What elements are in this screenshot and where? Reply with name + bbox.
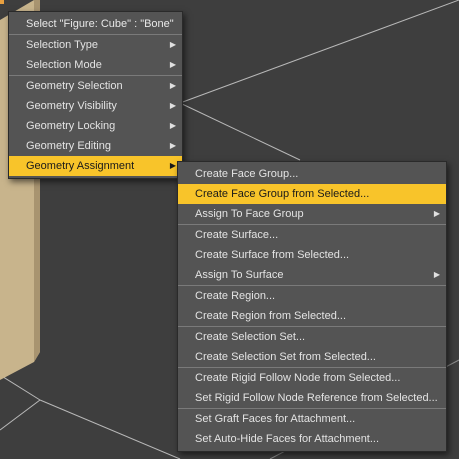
create-rigid-follow-node-item[interactable]: Create Rigid Follow Node from Selected..… bbox=[178, 368, 446, 388]
menu-item-label: Create Rigid Follow Node from Selected..… bbox=[195, 372, 401, 384]
submenu-arrow-icon: ▶ bbox=[169, 40, 176, 49]
menu-item-label: Geometry Visibility bbox=[26, 100, 117, 112]
menu-item-label: Assign To Face Group bbox=[195, 208, 304, 220]
submenu-arrow-icon: ▶ bbox=[169, 121, 176, 130]
menu-item-label: Create Face Group from Selected... bbox=[195, 188, 370, 200]
menu-item-label: Create Surface from Selected... bbox=[195, 249, 350, 261]
grid-line bbox=[39, 399, 181, 459]
context-menu: Select "Figure: Cube" : "Bone" Selection… bbox=[8, 11, 183, 179]
submenu-arrow-icon: ▶ bbox=[169, 60, 176, 69]
grid-line bbox=[0, 374, 41, 401]
menu-item-label: Set Rigid Follow Node Reference from Sel… bbox=[195, 392, 438, 404]
create-surface-item[interactable]: Create Surface... bbox=[178, 225, 446, 245]
menu-item-label: Assign To Surface bbox=[195, 269, 284, 281]
menu-item-geometry-locking[interactable]: Geometry Locking ▶ bbox=[9, 116, 182, 136]
menu-item-label: Geometry Selection bbox=[26, 80, 123, 92]
menu-item-label: Selection Mode bbox=[26, 59, 102, 71]
menu-item-label: Set Auto-Hide Faces for Attachment... bbox=[195, 433, 380, 445]
menu-item-geometry-assignment[interactable]: Geometry Assignment ▶ bbox=[9, 156, 182, 176]
create-region-from-selected-item[interactable]: Create Region from Selected... bbox=[178, 306, 446, 326]
menu-item-label: Set Graft Faces for Attachment... bbox=[195, 413, 356, 425]
set-rigid-follow-node-reference-item[interactable]: Set Rigid Follow Node Reference from Sel… bbox=[178, 388, 446, 408]
set-auto-hide-faces-item[interactable]: Set Auto-Hide Faces for Attachment... bbox=[178, 429, 446, 449]
assign-to-surface-item[interactable]: Assign To Surface ▶ bbox=[178, 265, 446, 285]
grid-line bbox=[179, 102, 301, 161]
submenu-arrow-icon: ▶ bbox=[169, 81, 176, 90]
menu-item-label: Selection Type bbox=[26, 39, 98, 51]
menu-item-label: Geometry Editing bbox=[26, 140, 111, 152]
assign-to-face-group-item[interactable]: Assign To Face Group ▶ bbox=[178, 204, 446, 224]
submenu-arrow-icon: ▶ bbox=[433, 270, 440, 279]
menu-item-label: Create Region from Selected... bbox=[195, 310, 347, 322]
grid-line bbox=[179, 0, 459, 104]
create-selection-set-from-selected-item[interactable]: Create Selection Set from Selected... bbox=[178, 347, 446, 367]
menu-item-geometry-editing[interactable]: Geometry Editing ▶ bbox=[9, 136, 182, 156]
create-face-group-item[interactable]: Create Face Group... bbox=[178, 164, 446, 184]
submenu-arrow-icon: ▶ bbox=[169, 161, 176, 170]
set-graft-faces-item[interactable]: Set Graft Faces for Attachment... bbox=[178, 409, 446, 429]
menu-item-label: Create Face Group... bbox=[195, 168, 299, 180]
create-selection-set-item[interactable]: Create Selection Set... bbox=[178, 327, 446, 347]
create-region-item[interactable]: Create Region... bbox=[178, 286, 446, 306]
menu-item-label: Create Selection Set... bbox=[195, 331, 306, 343]
menu-item-label: Geometry Locking bbox=[26, 120, 116, 132]
menu-item-label: Geometry Assignment bbox=[26, 160, 135, 172]
submenu-arrow-icon: ▶ bbox=[433, 209, 440, 218]
menu-item-label: Create Surface... bbox=[195, 229, 279, 241]
menu-item-label: Create Selection Set from Selected... bbox=[195, 351, 376, 363]
menu-item-geometry-visibility[interactable]: Geometry Visibility ▶ bbox=[9, 96, 182, 116]
submenu-arrow-icon: ▶ bbox=[169, 141, 176, 150]
geometry-assignment-submenu: Create Face Group... Create Face Group f… bbox=[177, 161, 447, 452]
bone-marker bbox=[0, 0, 4, 4]
create-surface-from-selected-item[interactable]: Create Surface from Selected... bbox=[178, 245, 446, 265]
create-face-group-from-selected-item[interactable]: Create Face Group from Selected... bbox=[178, 184, 446, 204]
menu-item-selection-type[interactable]: Selection Type ▶ bbox=[9, 35, 182, 55]
select-figure-item[interactable]: Select "Figure: Cube" : "Bone" bbox=[9, 14, 182, 34]
menu-item-selection-mode[interactable]: Selection Mode ▶ bbox=[9, 55, 182, 75]
menu-item-label: Create Region... bbox=[195, 290, 276, 302]
submenu-arrow-icon: ▶ bbox=[169, 101, 176, 110]
menu-item-geometry-selection[interactable]: Geometry Selection ▶ bbox=[9, 76, 182, 96]
grid-line bbox=[0, 399, 41, 431]
